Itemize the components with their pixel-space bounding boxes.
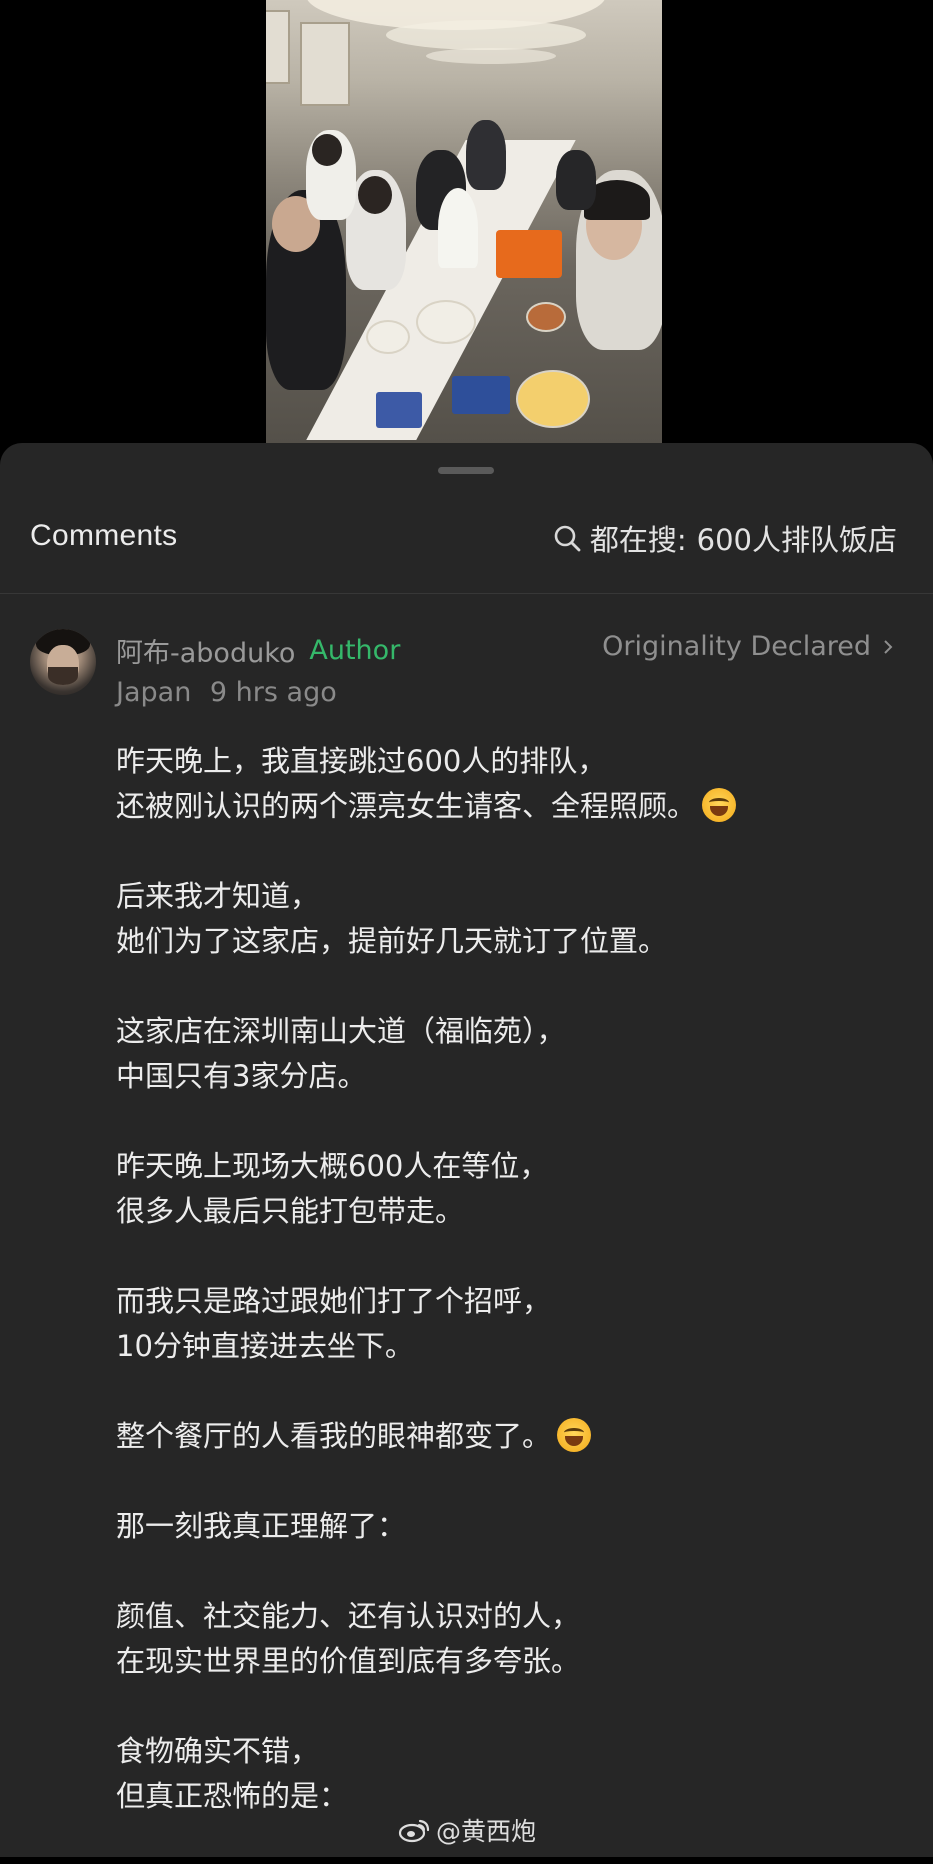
comments-sheet: Comments 都在搜: 600人排队饭店 阿布-aboduko Author…	[0, 443, 933, 1857]
text-line: 中国只有3家分店。	[116, 1059, 367, 1093]
video-thumbnail[interactable]	[266, 0, 662, 445]
text-line: 那一刻我真正理解了：	[116, 1509, 407, 1543]
text-line: 食物确实不错，	[116, 1734, 320, 1768]
watermark-text: @黄西炮	[436, 1817, 537, 1846]
paragraph: 食物确实不错， 但真正恐怖的是：	[116, 1729, 896, 1819]
comments-title: Comments	[30, 519, 178, 552]
search-term: 600人排队饭店	[696, 523, 897, 557]
paragraph: 整个餐厅的人看我的眼神都变了。	[116, 1414, 896, 1459]
text-line: 后来我才知道，	[116, 879, 320, 913]
trending-search-link[interactable]: 都在搜: 600人排队饭店	[552, 517, 897, 559]
tears-of-joy-emoji-icon	[557, 1418, 592, 1452]
text-line: 10分钟直接进去坐下。	[116, 1329, 414, 1363]
paragraph: 这家店在深圳南山大道（福临苑）， 中国只有3家分店。	[116, 1009, 896, 1099]
author-badge: Author	[309, 635, 401, 666]
comment-body: 昨天晚上，我直接跳过600人的排队， 还被刚认识的两个漂亮女生请客、全程照顾。 …	[116, 739, 896, 1864]
header-divider	[0, 593, 933, 594]
avatar[interactable]	[30, 629, 96, 695]
paragraph: 而我只是路过跟她们打了个招呼， 10分钟直接进去坐下。	[116, 1279, 896, 1369]
tears-of-joy-emoji-icon	[702, 788, 737, 822]
author-name[interactable]: 阿布-aboduko	[116, 631, 295, 670]
text-line: 还被刚认识的两个漂亮女生请客、全程照顾。	[116, 789, 697, 823]
text-line: 这家店在深圳南山大道（福临苑），	[116, 1014, 566, 1048]
drag-handle[interactable]	[438, 467, 494, 474]
text-line: 昨天晚上，我直接跳过600人的排队，	[116, 744, 607, 778]
comment-meta: Japan 9 hrs ago	[116, 677, 337, 708]
video-area	[0, 0, 933, 450]
text-line: 整个餐厅的人看我的眼神都变了。	[116, 1419, 552, 1453]
text-line: 颜值、社交能力、还有认识对的人，	[116, 1599, 581, 1633]
originality-label: Originality Declared	[602, 631, 871, 662]
paragraph: 那一刻我真正理解了：	[116, 1504, 896, 1549]
comment-time: 9 hrs ago	[209, 677, 337, 708]
weibo-watermark: @黄西炮	[398, 1812, 536, 1848]
paragraph: 颜值、社交能力、还有认识对的人， 在现实世界里的价值到底有多夸张。	[116, 1594, 896, 1684]
comment-location: Japan	[116, 677, 192, 708]
author-line: 阿布-aboduko Author	[116, 631, 400, 670]
weibo-logo-icon	[398, 1819, 430, 1843]
comments-header: Comments 都在搜: 600人排队饭店	[0, 503, 933, 575]
paragraph: 昨天晚上，我直接跳过600人的排队， 还被刚认识的两个漂亮女生请客、全程照顾。	[116, 739, 896, 829]
text-line: 她们为了这家店，提前好几天就订了位置。	[116, 924, 668, 958]
text-line: 很多人最后只能打包带走。	[116, 1194, 465, 1228]
text-line: 而我只是路过跟她们打了个招呼，	[116, 1284, 552, 1318]
chevron-right-icon	[884, 639, 893, 654]
text-line: 昨天晚上现场大概600人在等位，	[116, 1149, 549, 1183]
paragraph: 昨天晚上现场大概600人在等位， 很多人最后只能打包带走。	[116, 1144, 896, 1234]
paragraph: 后来我才知道， 她们为了这家店，提前好几天就订了位置。	[116, 874, 896, 964]
originality-declared-link[interactable]: Originality Declared	[602, 631, 897, 662]
search-icon	[554, 525, 581, 552]
text-line: 在现实世界里的价值到底有多夸张。	[116, 1644, 581, 1678]
search-prefix: 都在搜:	[589, 523, 687, 557]
